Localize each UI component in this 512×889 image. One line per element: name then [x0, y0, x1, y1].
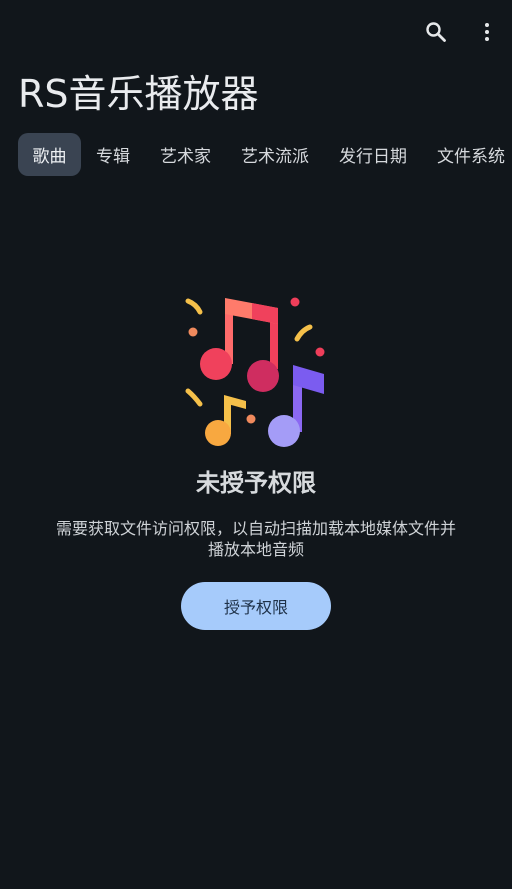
tab-genres[interactable]: 艺术流派 — [226, 133, 324, 176]
search-button[interactable] — [418, 14, 454, 50]
music-notes-icon — [185, 297, 325, 447]
more-options-button[interactable] — [469, 14, 505, 50]
tab-file-system[interactable]: 文件系统 — [422, 133, 512, 176]
empty-state-description: 需要获取文件访问权限，以自动扫描加载本地媒体文件并播放本地音频 — [56, 519, 457, 559]
more-vertical-icon — [485, 23, 489, 41]
grant-permission-button[interactable]: 授予权限 — [181, 582, 331, 630]
tab-release-dates[interactable]: 发行日期 — [324, 133, 422, 176]
tab-bar: 歌曲 专辑 艺术家 艺术流派 发行日期 文件系统 — [18, 133, 512, 176]
app-title: RS音乐播放器 — [18, 72, 259, 116]
search-icon — [426, 22, 446, 42]
tab-songs[interactable]: 歌曲 — [18, 133, 81, 176]
tab-artists[interactable]: 艺术家 — [145, 133, 226, 176]
empty-state-title: 未授予权限 — [196, 469, 316, 497]
tab-albums[interactable]: 专辑 — [81, 133, 145, 176]
